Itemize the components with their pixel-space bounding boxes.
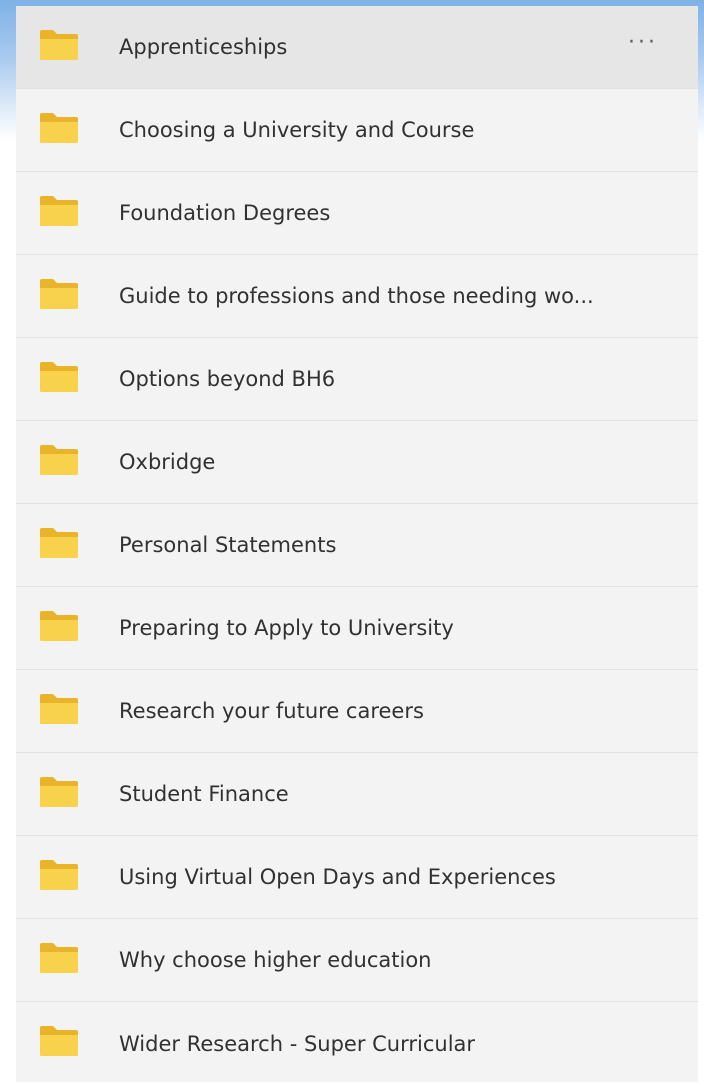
folder-label: Research your future careers: [119, 699, 424, 723]
folder-label: Guide to professions and those needing w…: [119, 284, 594, 308]
folder-row-foundation-degrees[interactable]: Foundation Degrees: [16, 172, 698, 255]
folder-label: Preparing to Apply to University: [119, 616, 454, 640]
folder-icon: [40, 1026, 78, 1056]
folder-icon: [40, 860, 78, 890]
folder-label: Options beyond BH6: [119, 367, 336, 391]
folder-label: Apprenticeships: [119, 35, 288, 59]
folder-icon: [40, 943, 78, 973]
folder-icon: [40, 30, 78, 60]
folder-row-research-careers[interactable]: Research your future careers: [16, 670, 698, 753]
folder-row-why-higher-education[interactable]: Why choose higher education: [16, 919, 698, 1002]
folder-icon: [40, 611, 78, 641]
folder-icon: [40, 279, 78, 309]
folder-row-choosing-university[interactable]: Choosing a University and Course: [16, 89, 698, 172]
more-options-icon[interactable]: ···: [628, 32, 658, 54]
folder-label: Personal Statements: [119, 533, 337, 557]
folder-icon: [40, 528, 78, 558]
folder-icon: [40, 445, 78, 475]
folder-icon: [40, 362, 78, 392]
folder-list: Apprenticeships ··· Choosing a Universit…: [16, 6, 698, 1082]
folder-row-student-finance[interactable]: Student Finance: [16, 753, 698, 836]
folder-label: Choosing a University and Course: [119, 118, 475, 142]
folder-row-options-beyond-bh6[interactable]: Options beyond BH6: [16, 338, 698, 421]
folder-icon: [40, 113, 78, 143]
folder-label: Foundation Degrees: [119, 201, 331, 225]
folder-label: Using Virtual Open Days and Experiences: [119, 865, 556, 889]
folder-row-preparing-to-apply[interactable]: Preparing to Apply to University: [16, 587, 698, 670]
folder-row-virtual-open-days[interactable]: Using Virtual Open Days and Experiences: [16, 836, 698, 919]
folder-icon: [40, 777, 78, 807]
folder-row-oxbridge[interactable]: Oxbridge: [16, 421, 698, 504]
folder-row-personal-statements[interactable]: Personal Statements: [16, 504, 698, 587]
folder-row-apprenticeships[interactable]: Apprenticeships ···: [16, 6, 698, 89]
folder-row-wider-research[interactable]: Wider Research - Super Curricular: [16, 1002, 698, 1085]
folder-row-guide-to-professions[interactable]: Guide to professions and those needing w…: [16, 255, 698, 338]
folder-label: Why choose higher education: [119, 948, 432, 972]
folder-icon: [40, 694, 78, 724]
folder-icon: [40, 196, 78, 226]
folder-label: Wider Research - Super Curricular: [119, 1031, 476, 1056]
folder-label: Student Finance: [119, 782, 289, 806]
folder-label: Oxbridge: [119, 450, 216, 474]
